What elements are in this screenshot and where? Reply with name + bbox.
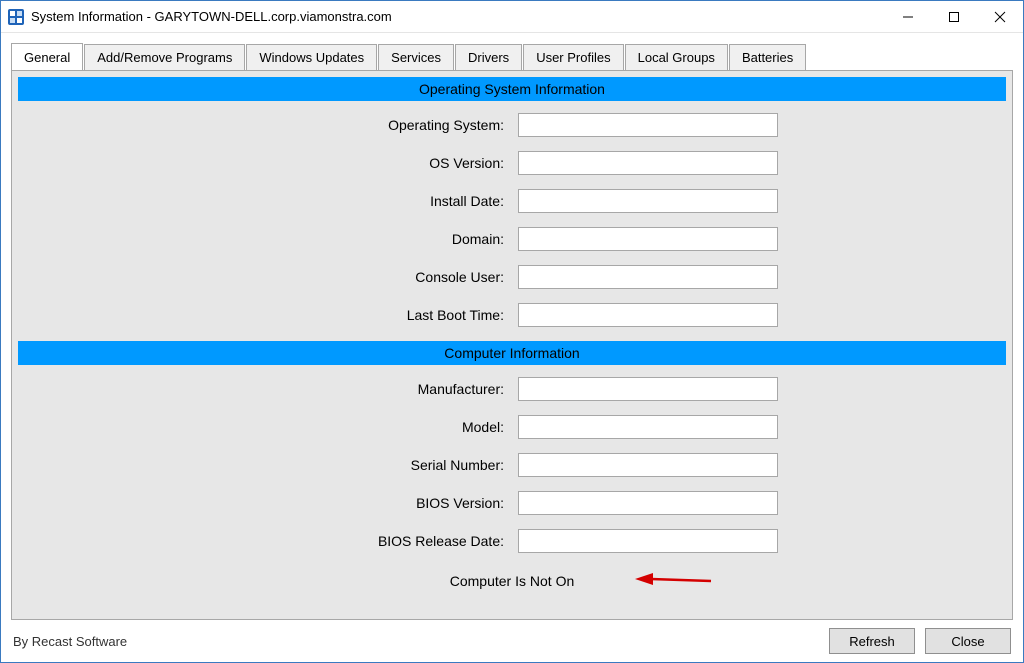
domain-field[interactable] (518, 227, 778, 251)
install-date-field[interactable] (518, 189, 778, 213)
last-boot-time-field[interactable] (518, 303, 778, 327)
console-user-field[interactable] (518, 265, 778, 289)
titlebar: System Information - GARYTOWN-DELL.corp.… (1, 1, 1023, 33)
tab-label: Local Groups (638, 50, 715, 65)
label: OS Version: (18, 155, 518, 171)
label: Domain: (18, 231, 518, 247)
label: Install Date: (18, 193, 518, 209)
refresh-button[interactable]: Refresh (829, 628, 915, 654)
os-version-field[interactable] (518, 151, 778, 175)
row-bios-version: BIOS Version: (18, 491, 1006, 515)
button-label: Refresh (849, 634, 895, 649)
maximize-button[interactable] (931, 1, 977, 33)
row-operating-system: Operating System: (18, 113, 1006, 137)
status-message: Computer Is Not On (450, 573, 575, 589)
tab-label: Services (391, 50, 441, 65)
minimize-button[interactable] (885, 1, 931, 33)
bios-release-date-field[interactable] (518, 529, 778, 553)
window-controls (885, 1, 1023, 33)
close-window-button[interactable] (977, 1, 1023, 33)
bios-version-field[interactable] (518, 491, 778, 515)
tab-label: Drivers (468, 50, 509, 65)
manufacturer-field[interactable] (518, 377, 778, 401)
operating-system-field[interactable] (518, 113, 778, 137)
tab-label: User Profiles (536, 50, 610, 65)
status-line: Computer Is Not On (18, 567, 1006, 589)
section-header-computer: Computer Information (18, 341, 1006, 365)
serial-number-field[interactable] (518, 453, 778, 477)
app-icon (7, 8, 25, 26)
tab-label: General (24, 50, 70, 65)
label: BIOS Version: (18, 495, 518, 511)
app-window: System Information - GARYTOWN-DELL.corp.… (0, 0, 1024, 663)
tab-windows-updates[interactable]: Windows Updates (246, 44, 377, 71)
button-label: Close (951, 634, 984, 649)
tab-add-remove-programs[interactable]: Add/Remove Programs (84, 44, 245, 71)
row-model: Model: (18, 415, 1006, 439)
row-domain: Domain: (18, 227, 1006, 251)
model-field[interactable] (518, 415, 778, 439)
annotation-arrow-icon (633, 571, 713, 592)
tab-local-groups[interactable]: Local Groups (625, 44, 728, 71)
tab-label: Windows Updates (259, 50, 364, 65)
label: Model: (18, 419, 518, 435)
row-install-date: Install Date: (18, 189, 1006, 213)
label: Last Boot Time: (18, 307, 518, 323)
row-bios-release-date: BIOS Release Date: (18, 529, 1006, 553)
row-serial-number: Serial Number: (18, 453, 1006, 477)
section-header-os: Operating System Information (18, 77, 1006, 101)
tab-panel-general: Operating System Information Operating S… (11, 70, 1013, 620)
tab-services[interactable]: Services (378, 44, 454, 71)
tab-general[interactable]: General (11, 43, 83, 70)
label: BIOS Release Date: (18, 533, 518, 549)
os-form: Operating System: OS Version: Install Da… (18, 113, 1006, 341)
footer-credit: By Recast Software (13, 634, 127, 649)
tab-drivers[interactable]: Drivers (455, 44, 522, 71)
tab-label: Batteries (742, 50, 793, 65)
row-last-boot-time: Last Boot Time: (18, 303, 1006, 327)
label: Manufacturer: (18, 381, 518, 397)
tabstrip: General Add/Remove Programs Windows Upda… (1, 33, 1023, 70)
tab-batteries[interactable]: Batteries (729, 44, 806, 71)
row-os-version: OS Version: (18, 151, 1006, 175)
label: Serial Number: (18, 457, 518, 473)
label: Console User: (18, 269, 518, 285)
footer: By Recast Software Refresh Close (1, 620, 1023, 662)
tab-label: Add/Remove Programs (97, 50, 232, 65)
close-button[interactable]: Close (925, 628, 1011, 654)
label: Operating System: (18, 117, 518, 133)
computer-form: Manufacturer: Model: Serial Number: BIOS… (18, 377, 1006, 567)
row-console-user: Console User: (18, 265, 1006, 289)
tab-user-profiles[interactable]: User Profiles (523, 44, 623, 71)
window-title: System Information - GARYTOWN-DELL.corp.… (31, 9, 392, 24)
row-manufacturer: Manufacturer: (18, 377, 1006, 401)
